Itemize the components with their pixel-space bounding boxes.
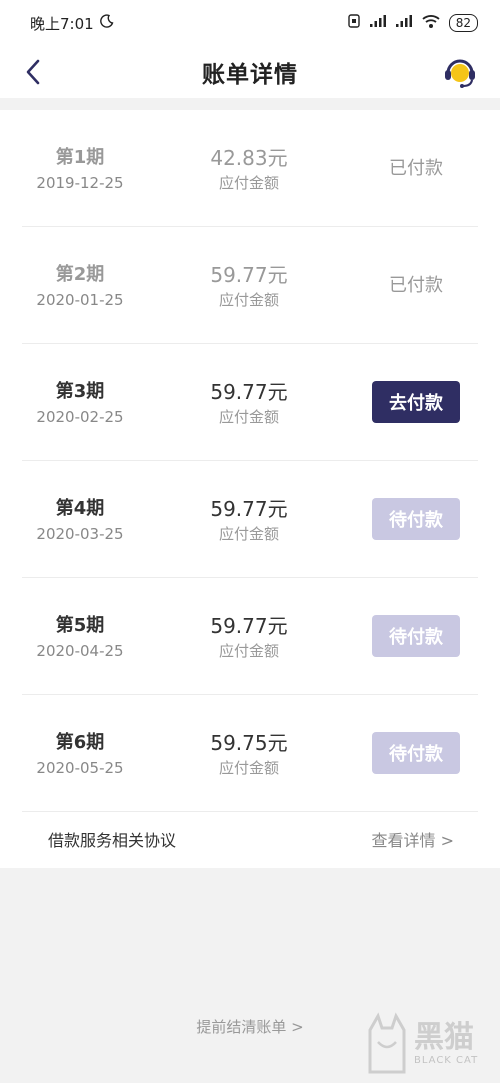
amount-cell: 59.77元 应付金额 [190,262,308,311]
amount-label: 应付金额 [218,759,279,777]
bill-row: 第6期 2020-05-25 59.75元 应付金额 待付款 [22,695,478,812]
page-title: 账单详情 [202,62,298,88]
amount-value: 59.77元 [210,263,288,287]
period-cell: 第1期 2019-12-25 [22,145,138,194]
period-cell: 第2期 2020-01-25 [22,262,138,311]
amount-value: 42.83元 [210,146,288,170]
moon-icon [99,14,114,32]
period-cell: 第5期 2020-04-25 [22,613,138,662]
pay-now-button[interactable]: 去付款 [372,381,460,423]
amount-label: 应付金额 [218,174,279,192]
bill-row: 第3期 2020-02-25 59.77元 应付金额 去付款 [22,344,478,461]
amount-label: 应付金额 [218,642,279,660]
amount-value: 59.75元 [210,731,288,755]
signal-icon [369,14,387,32]
pending-payment-button[interactable]: 待付款 [372,732,460,774]
pending-payment-button[interactable]: 待付款 [372,498,460,540]
period-label: 第2期 [55,264,105,285]
due-date: 2020-02-25 [36,408,124,426]
amount-value: 59.77元 [210,497,288,521]
amount-cell: 59.77元 应付金额 [190,613,308,662]
amount-cell: 59.77元 应付金额 [190,379,308,428]
period-label: 第1期 [55,147,105,168]
sim-icon [347,13,361,33]
status-bar: 晚上7:01 82 [0,0,500,46]
bill-row: 第5期 2020-04-25 59.77元 应付金额 待付款 [22,578,478,695]
nav-bar: 账单详情 [0,46,500,98]
amount-value: 59.77元 [210,380,288,404]
signal-icon-2 [395,14,413,32]
status-time-group: 晚上7:01 [30,13,114,34]
amount-label: 应付金额 [218,291,279,309]
agreement-row[interactable]: 借款服务相关协议 查看详情 > [22,810,478,868]
watermark-sub: BLACK CAT [414,1054,479,1066]
period-label: 第6期 [55,732,105,753]
period-label: 第5期 [55,615,105,636]
watermark-text: 黑猫 BLACK CAT [414,1019,479,1066]
period-label: 第3期 [55,381,105,402]
watermark-main: 黑猫 [414,1019,474,1055]
status-paid-label: 已付款 [389,158,443,179]
bill-row: 第4期 2020-03-25 59.77元 应付金额 待付款 [22,461,478,578]
bill-row: 第2期 2020-01-25 59.77元 应付金额 已付款 [22,227,478,344]
due-date: 2019-12-25 [36,174,124,192]
period-cell: 第6期 2020-05-25 [22,730,138,779]
black-cat-logo-icon [368,1012,406,1074]
period-label: 第4期 [55,498,105,519]
amount-value: 59.77元 [210,614,288,638]
status-paid-label: 已付款 [389,275,443,296]
period-cell: 第3期 2020-02-25 [22,379,138,428]
chevron-left-icon [26,59,40,85]
status-time: 晚上7:01 [30,14,94,33]
period-cell: 第4期 2020-03-25 [22,496,138,545]
watermark: 黑猫 BLACK CAT [364,1003,494,1083]
due-date: 2020-01-25 [36,291,124,309]
amount-cell: 59.77元 应付金额 [190,496,308,545]
due-date: 2020-05-25 [36,759,124,777]
back-button[interactable] [18,54,48,90]
amount-cell: 42.83元 应付金额 [190,145,308,194]
view-details-link[interactable]: 查看详情 > [372,827,479,851]
amount-label: 应付金额 [218,408,279,426]
bill-list: 第1期 2019-12-25 42.83元 应付金额 已付款 第2期 2020-… [0,110,500,868]
due-date: 2020-03-25 [36,525,124,543]
battery-indicator: 82 [448,14,478,32]
wifi-icon [421,13,441,33]
status-icons: 82 [347,13,478,33]
pending-payment-button[interactable]: 待付款 [372,615,460,657]
agreement-label: 借款服务相关协议 [48,831,177,850]
due-date: 2020-04-25 [36,642,124,660]
customer-service-button[interactable] [442,54,478,90]
headset-icon [445,59,475,88]
amount-label: 应付金额 [218,525,279,543]
bill-row: 第1期 2019-12-25 42.83元 应付金额 已付款 [22,110,478,227]
amount-cell: 59.75元 应付金额 [190,730,308,779]
